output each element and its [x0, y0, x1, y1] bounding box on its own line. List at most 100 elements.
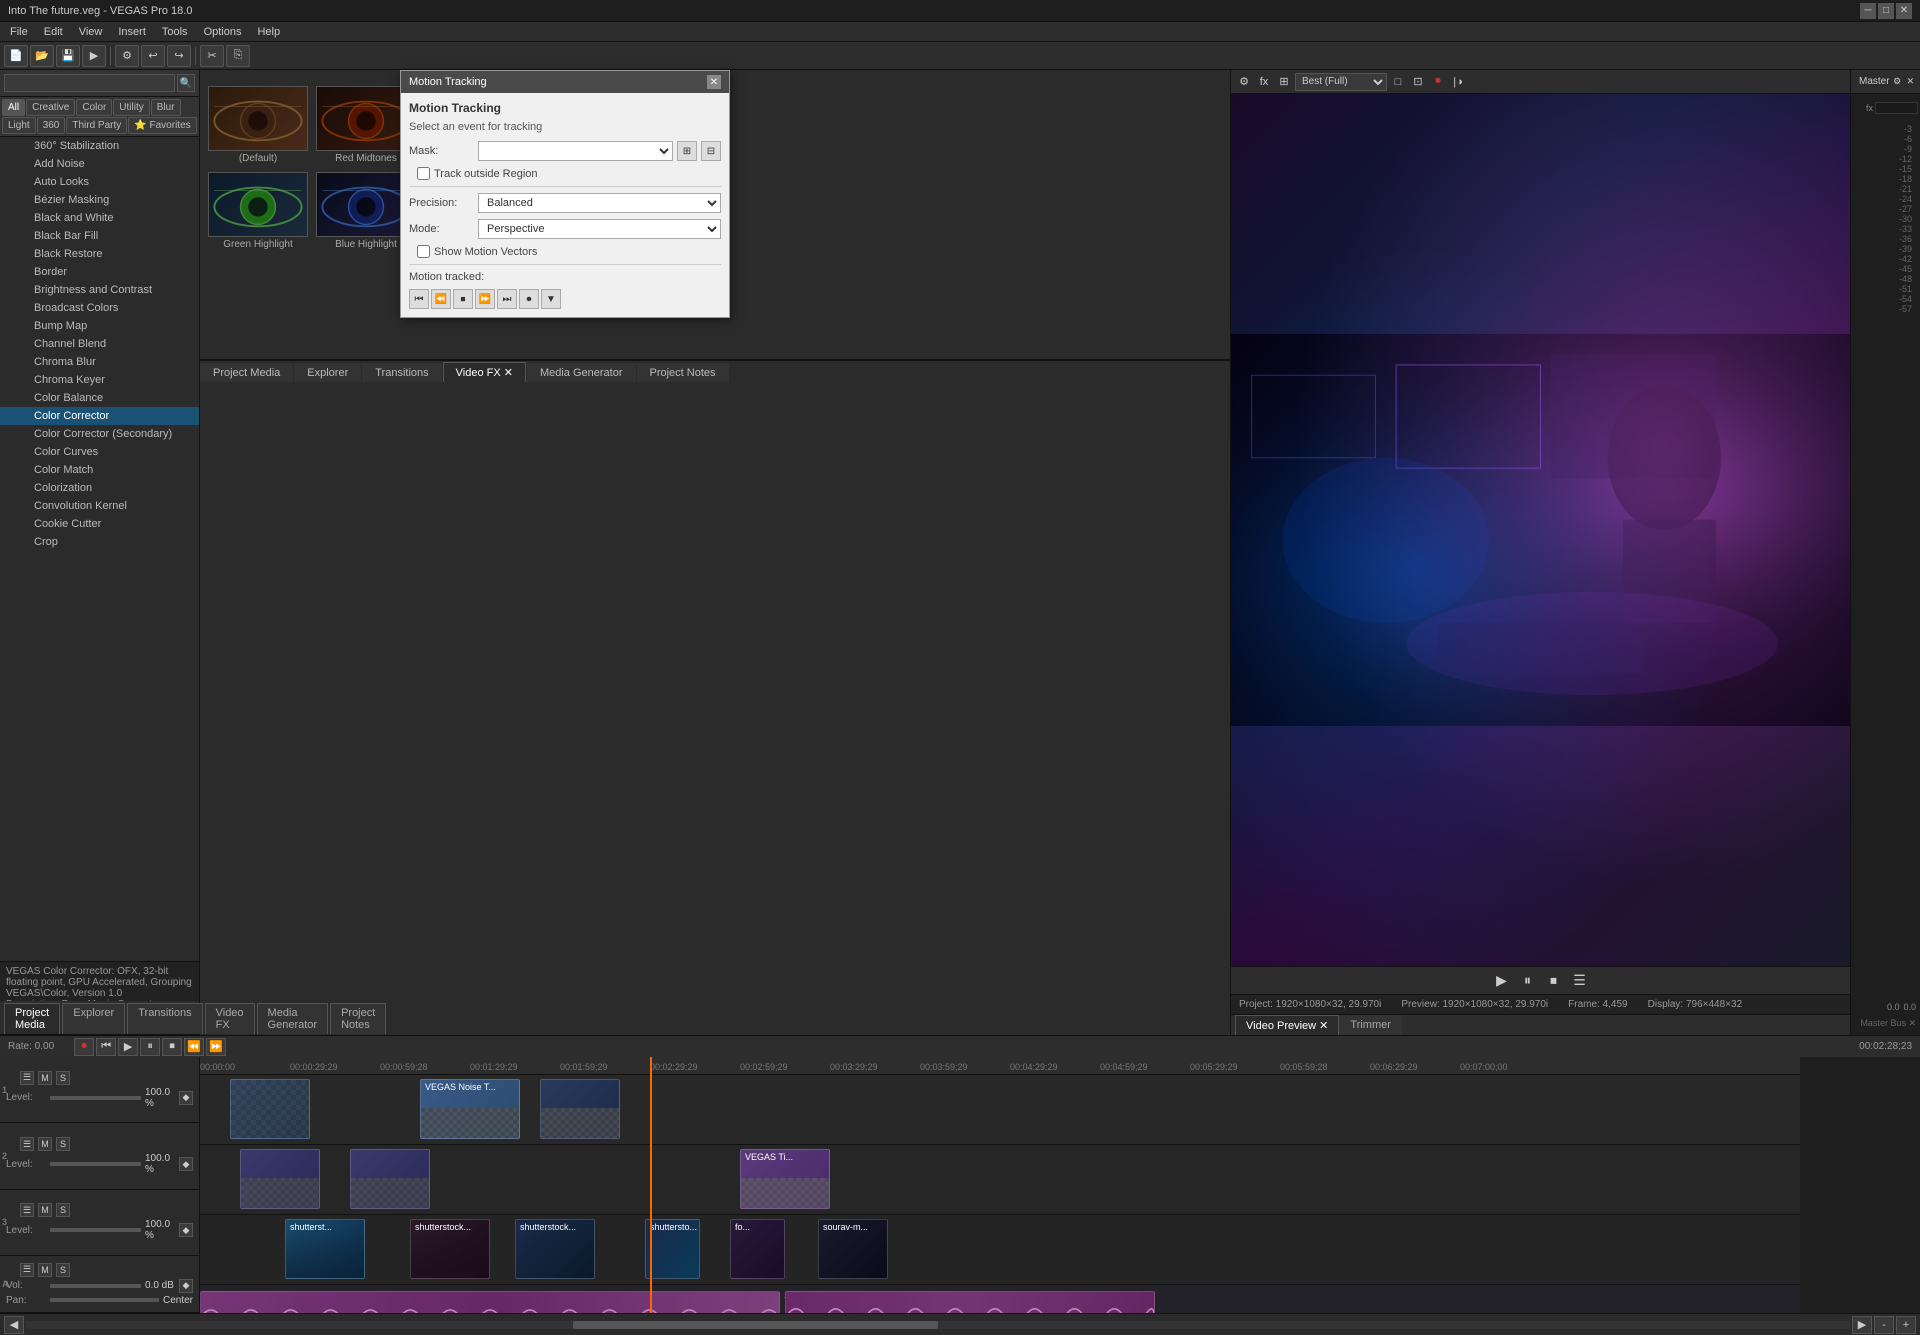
render-button[interactable]: ▶: [82, 45, 106, 67]
track-3-solo-btn[interactable]: S: [56, 1203, 70, 1217]
track-2-keyframe-btn[interactable]: ◆: [179, 1157, 193, 1171]
fx-item[interactable]: Black Bar Fill: [0, 227, 199, 245]
video-clip-shutterstock-3[interactable]: shutterstock...: [515, 1219, 595, 1279]
fx-item[interactable]: Color Balance: [0, 389, 199, 407]
fx-item-brightness-contrast[interactable]: Brightness and Contrast: [0, 281, 199, 299]
fx-item[interactable]: Bump Map: [0, 317, 199, 335]
video-clip-t2-vegas-ti[interactable]: VEGAS Ti...: [740, 1149, 830, 1209]
menu-help[interactable]: Help: [251, 24, 286, 40]
mt-btn-prev[interactable]: ⏪: [431, 289, 451, 309]
preview-display-btn[interactable]: □: [1389, 73, 1407, 91]
preview-settings-btn[interactable]: ⚙: [1235, 73, 1253, 91]
track-1-mute-btn[interactable]: M: [38, 1071, 52, 1085]
audio-clip-2[interactable]: [785, 1291, 1155, 1313]
preview-split-btn[interactable]: |◑: [1449, 73, 1467, 91]
track-3-keyframe-btn[interactable]: ◆: [179, 1223, 193, 1237]
video-clip[interactable]: [230, 1079, 310, 1139]
track-1-solo-btn[interactable]: S: [56, 1071, 70, 1085]
track-2-menu-btn[interactable]: ☰: [20, 1137, 34, 1151]
audio-solo-btn[interactable]: S: [56, 1263, 70, 1277]
fx-item-color-curves[interactable]: Color Curves: [0, 443, 199, 461]
fx-item[interactable]: Color Corrector (Secondary): [0, 425, 199, 443]
tab-project-media[interactable]: Project Media: [4, 1003, 60, 1034]
menu-view[interactable]: View: [73, 24, 109, 40]
mt-btn-next[interactable]: ⏩: [475, 289, 495, 309]
track-2-level-slider[interactable]: [50, 1162, 141, 1166]
minimize-button[interactable]: ─: [1860, 3, 1876, 19]
menu-options[interactable]: Options: [198, 24, 248, 40]
video-clip-fo[interactable]: fo...: [730, 1219, 785, 1279]
mt-mask-btn-2[interactable]: ⊟: [701, 141, 721, 161]
btab-explorer[interactable]: Explorer: [294, 363, 361, 382]
menu-edit[interactable]: Edit: [38, 24, 69, 40]
fx-item[interactable]: Convolution Kernel: [0, 497, 199, 515]
menu-button[interactable]: ☰: [1569, 970, 1591, 992]
track-content-area[interactable]: 00:00:00 00:00:29;29 00:00:59;28 00:01:2…: [200, 1057, 1920, 1313]
mt-btn-menu[interactable]: ▼: [541, 289, 561, 309]
track-1-menu-btn[interactable]: ☰: [20, 1071, 34, 1085]
fx-item[interactable]: Add Noise: [0, 155, 199, 173]
track-3-level-slider[interactable]: [50, 1228, 141, 1232]
tab-trimmer[interactable]: Trimmer: [1339, 1015, 1402, 1035]
mt-mask-btn-1[interactable]: ⊞: [677, 141, 697, 161]
new-button[interactable]: 📄: [4, 45, 28, 67]
mt-btn-track[interactable]: ⏺: [519, 289, 539, 309]
tab-light[interactable]: Light: [2, 117, 36, 134]
tl-zoom-in-btn[interactable]: +: [1896, 1316, 1916, 1334]
menu-tools[interactable]: Tools: [156, 24, 194, 40]
status-next-frame-btn[interactable]: ⏩: [206, 1038, 226, 1056]
fx-item[interactable]: Channel Blend: [0, 335, 199, 353]
video-clip-shutterstock-2[interactable]: shutterstock...: [410, 1219, 490, 1279]
mt-close-button[interactable]: ✕: [707, 75, 721, 89]
audio-clip-1[interactable]: [200, 1291, 780, 1313]
audio-vol-slider[interactable]: [50, 1284, 141, 1288]
fx-item[interactable]: Chroma Keyer: [0, 371, 199, 389]
cut-button[interactable]: ✂: [200, 45, 224, 67]
track-2-solo-btn[interactable]: S: [56, 1137, 70, 1151]
mt-track-outside-checkbox[interactable]: [417, 167, 430, 180]
mt-mode-select[interactable]: Perspective Position Position+Scale: [478, 219, 721, 239]
tl-scroll-left-btn[interactable]: ◀: [4, 1316, 24, 1334]
vu-close-btn[interactable]: ✕: [1905, 73, 1916, 91]
btab-media-generator[interactable]: Media Generator: [527, 363, 636, 382]
tab-creative[interactable]: Creative: [26, 99, 75, 116]
mt-show-vectors-checkbox[interactable]: [417, 245, 430, 258]
menu-file[interactable]: File: [4, 24, 34, 40]
preview-snap-btn[interactable]: ⊞: [1275, 73, 1293, 91]
track-3-menu-btn[interactable]: ☰: [20, 1203, 34, 1217]
fx-item[interactable]: 360° Stabilization: [0, 137, 199, 155]
tab-video-preview[interactable]: Video Preview ✕: [1235, 1015, 1339, 1035]
audio-mute-btn[interactable]: M: [38, 1263, 52, 1277]
mt-mask-select[interactable]: [478, 141, 673, 161]
status-stop-btn[interactable]: ⏹: [162, 1038, 182, 1056]
mt-btn-forward[interactable]: ⏭: [497, 289, 517, 309]
track-1-level-slider[interactable]: [50, 1096, 141, 1100]
properties-button[interactable]: ⚙: [115, 45, 139, 67]
video-clip-shutterstock-1[interactable]: shutterst...: [285, 1219, 365, 1279]
status-record-btn[interactable]: ⏺: [74, 1038, 94, 1056]
copy-button[interactable]: ⎘: [226, 45, 250, 67]
tab-favorites[interactable]: ⭐ Favorites: [128, 117, 196, 134]
audio-menu-btn[interactable]: ☰: [20, 1263, 34, 1277]
video-clip-t2-1[interactable]: [240, 1149, 320, 1209]
fx-search-input[interactable]: [4, 74, 175, 92]
audio-pan-slider[interactable]: [50, 1298, 159, 1302]
status-prev-frame-btn[interactable]: ⏪: [184, 1038, 204, 1056]
thumb-green-highlight[interactable]: Green Highlight: [208, 172, 308, 250]
save-button[interactable]: 💾: [56, 45, 80, 67]
status-pause-btn[interactable]: ⏸: [140, 1038, 160, 1056]
tab-blur[interactable]: Blur: [151, 99, 181, 116]
status-play-btn[interactable]: ▶: [118, 1038, 138, 1056]
redo-button[interactable]: ↪: [167, 45, 191, 67]
undo-button[interactable]: ↩: [141, 45, 165, 67]
thumb-default[interactable]: (Default): [208, 86, 308, 164]
btab-project-notes[interactable]: Project Notes: [637, 363, 729, 382]
pause-button[interactable]: ⏸: [1517, 970, 1539, 992]
close-button[interactable]: ✕: [1896, 3, 1912, 19]
fx-item-color-match[interactable]: Color Match: [0, 461, 199, 479]
tab-360[interactable]: 360: [37, 117, 66, 134]
status-rewind-btn[interactable]: ⏮: [96, 1038, 116, 1056]
tl-scroll-right-btn[interactable]: ▶: [1852, 1316, 1872, 1334]
btab-project-media[interactable]: Project Media: [200, 363, 293, 382]
fx-item-black-and-white[interactable]: Black and White: [0, 209, 199, 227]
